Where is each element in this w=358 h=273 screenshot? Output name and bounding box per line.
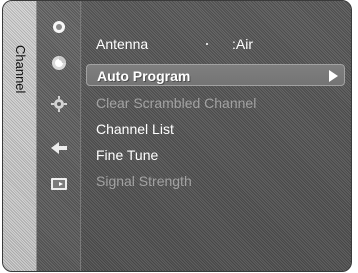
tv-menu-panel: Channel Antenna:Air Auto Program Clear … bbox=[2, 0, 352, 272]
channel-menu-content: Antenna :Air Auto Program Clear Scramble… bbox=[82, 1, 351, 271]
submenu-arrow-icon bbox=[329, 70, 338, 82]
picture-icon[interactable] bbox=[49, 17, 69, 37]
application-icon[interactable] bbox=[49, 174, 69, 194]
tv-channel-osd-screen: Channel Antenna:Air Auto Program Clear … bbox=[0, 0, 358, 273]
antenna-separator-dot bbox=[206, 43, 208, 45]
channel-side-tab: Channel bbox=[3, 1, 37, 271]
auto-program-label: Auto Program bbox=[97, 68, 191, 84]
antenna-value: :Air bbox=[232, 36, 253, 52]
setup-icon[interactable] bbox=[49, 94, 69, 114]
channel-list-label: Channel List bbox=[96, 121, 174, 137]
menu-item-fine-tune[interactable]: Fine Tune bbox=[82, 144, 351, 166]
channel-side-tab-label: Channel bbox=[13, 45, 28, 94]
channel-icon[interactable] bbox=[49, 53, 69, 73]
signal-strength-label: Signal Strength bbox=[96, 173, 192, 189]
antenna-label: Antenna bbox=[96, 36, 149, 52]
menu-item-signal-strength: Signal Strength bbox=[82, 170, 351, 192]
input-icon[interactable] bbox=[49, 138, 69, 158]
menu-icon-column bbox=[37, 1, 81, 271]
menu-item-auto-program[interactable]: Auto Program bbox=[86, 64, 345, 86]
menu-item-clear-scrambled-channel: Clear Scrambled Channel bbox=[82, 92, 351, 114]
menu-item-antenna[interactable]: Antenna :Air bbox=[82, 33, 351, 55]
fine-tune-label: Fine Tune bbox=[96, 147, 159, 163]
clear-scrambled-channel-label: Clear Scrambled Channel bbox=[96, 95, 257, 111]
menu-item-channel-list[interactable]: Channel List bbox=[82, 118, 351, 140]
